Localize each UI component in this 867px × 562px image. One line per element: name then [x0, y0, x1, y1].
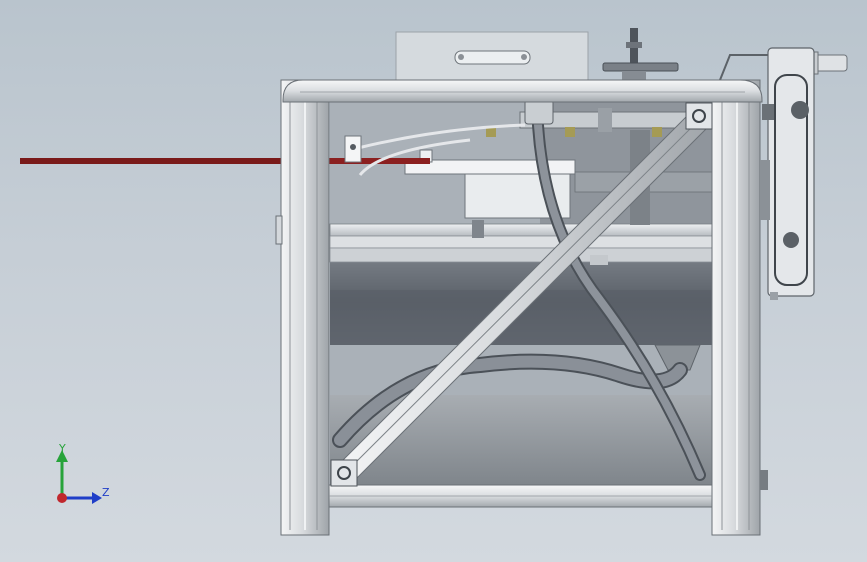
frame-left-post [275, 79, 330, 536]
corner-gusset-top-right [685, 102, 713, 130]
cad-viewport[interactable]: Y Z [0, 0, 867, 562]
frame-top-rail [282, 79, 763, 103]
frame-bottom-rail [328, 484, 713, 508]
axis-triad [56, 450, 102, 504]
frame-right-post [711, 79, 768, 536]
x-axis-dot [57, 493, 67, 503]
y-axis-label: Y [59, 442, 66, 455]
red-rod [20, 158, 430, 164]
cad-model-view[interactable] [0, 0, 867, 562]
z-axis-label: Z [102, 486, 110, 499]
z-axis-arrowhead [92, 492, 102, 504]
upper-housing [395, 31, 589, 81]
side-drive-housing [760, 47, 815, 300]
handwheel [602, 28, 679, 81]
corner-gusset-bottom-left [330, 459, 358, 487]
